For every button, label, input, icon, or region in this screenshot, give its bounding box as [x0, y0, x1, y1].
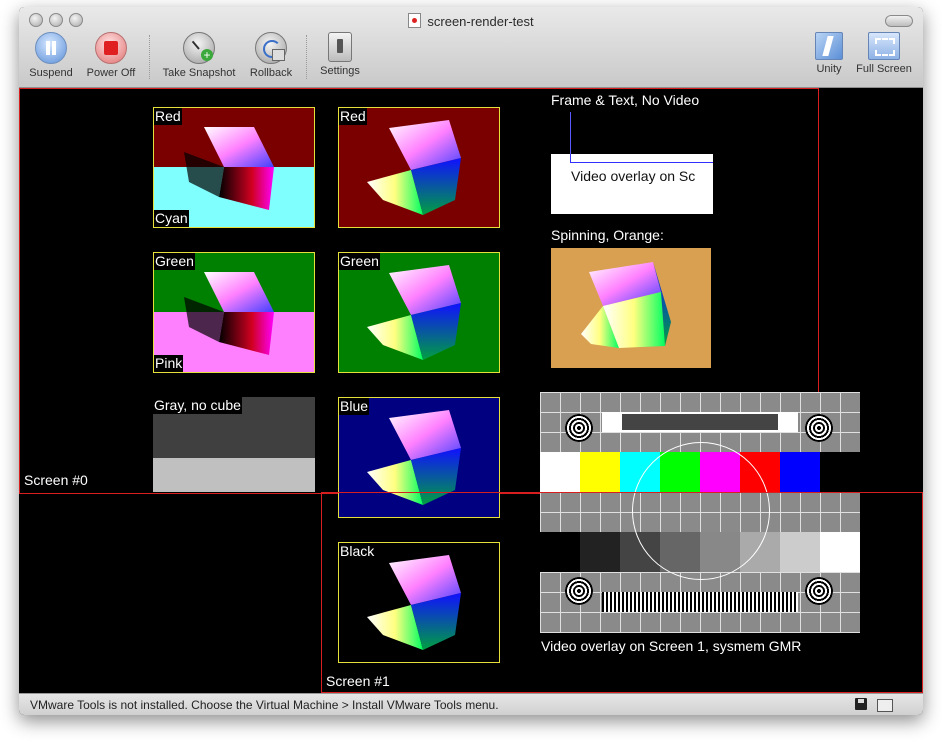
unity-icon	[815, 32, 843, 60]
tile-label-blue: Blue	[339, 398, 370, 415]
cube-graphic	[184, 127, 274, 210]
toolbar-toggle-button[interactable]	[885, 15, 913, 27]
suspend-button[interactable]: Suspend	[25, 32, 77, 79]
rollback-button[interactable]: Rollback	[245, 32, 297, 79]
video-overlay-caption: Video overlay on Screen 1, sysmem GMR	[541, 638, 802, 654]
tile-red: Red	[338, 107, 500, 228]
full-screen-icon	[868, 32, 900, 60]
cube-graphic	[184, 272, 274, 355]
tile-red-cyan: Red Cyan	[153, 107, 315, 228]
tile-label-pink: Pink	[154, 355, 184, 372]
disk-icon[interactable]	[855, 698, 869, 711]
toolbar-separator	[306, 35, 307, 79]
video-overlay-clip-text: Video overlay on Sc	[571, 168, 696, 184]
tile-label-cyan: Cyan	[154, 210, 189, 227]
power-off-button[interactable]: Power Off	[81, 32, 141, 79]
vm-window: screen-render-test Suspend Power Off + T…	[19, 7, 923, 715]
tile-green: Green	[338, 252, 500, 373]
tile-black: Black	[338, 542, 500, 663]
document-icon	[408, 13, 422, 28]
tile-label-black: Black	[339, 543, 376, 560]
take-snapshot-button[interactable]: + Take Snapshot	[157, 32, 241, 79]
screen-0-label: Screen #0	[24, 472, 88, 488]
cube-graphic	[581, 262, 671, 348]
power-off-icon	[95, 32, 127, 64]
screen-1-label: Screen #1	[326, 673, 390, 689]
cube-graphic	[367, 265, 461, 360]
tile-label-gray: Gray, no cube	[153, 397, 242, 414]
tile-gray: Gray, no cube	[153, 397, 315, 492]
spinning-label: Spinning, Orange:	[551, 227, 664, 243]
rollback-icon	[255, 32, 287, 64]
full-screen-button[interactable]: Full Screen	[853, 32, 915, 75]
tile-orange	[551, 248, 711, 368]
cube-graphic	[367, 120, 461, 215]
status-message: VMware Tools is not installed. Choose th…	[30, 698, 499, 712]
vm-display[interactable]: Screen #0 Red Cyan Red Green Pink Green …	[19, 88, 923, 693]
tile-label-red: Red	[154, 108, 182, 125]
shared-folder-icon[interactable]	[877, 698, 893, 712]
tile-green-pink: Green Pink	[153, 252, 315, 373]
cube-graphic	[367, 555, 461, 650]
status-bar: VMware Tools is not installed. Choose th…	[19, 693, 923, 715]
tile-label-green: Green	[154, 253, 195, 270]
take-snapshot-icon: +	[183, 32, 215, 64]
tile-label-green: Green	[339, 253, 380, 270]
video-overlay-clip: Video overlay on Sc	[551, 154, 713, 214]
toolbar: screen-render-test Suspend Power Off + T…	[19, 7, 923, 88]
settings-button[interactable]: Settings	[315, 32, 365, 77]
tile-label-red: Red	[339, 108, 367, 125]
unity-button[interactable]: Unity	[809, 32, 849, 75]
frame-text-label: Frame & Text, No Video	[551, 92, 700, 108]
toolbar-separator	[149, 35, 150, 79]
settings-icon	[328, 32, 352, 62]
suspend-icon	[35, 32, 67, 64]
window-title: screen-render-test	[19, 13, 923, 29]
